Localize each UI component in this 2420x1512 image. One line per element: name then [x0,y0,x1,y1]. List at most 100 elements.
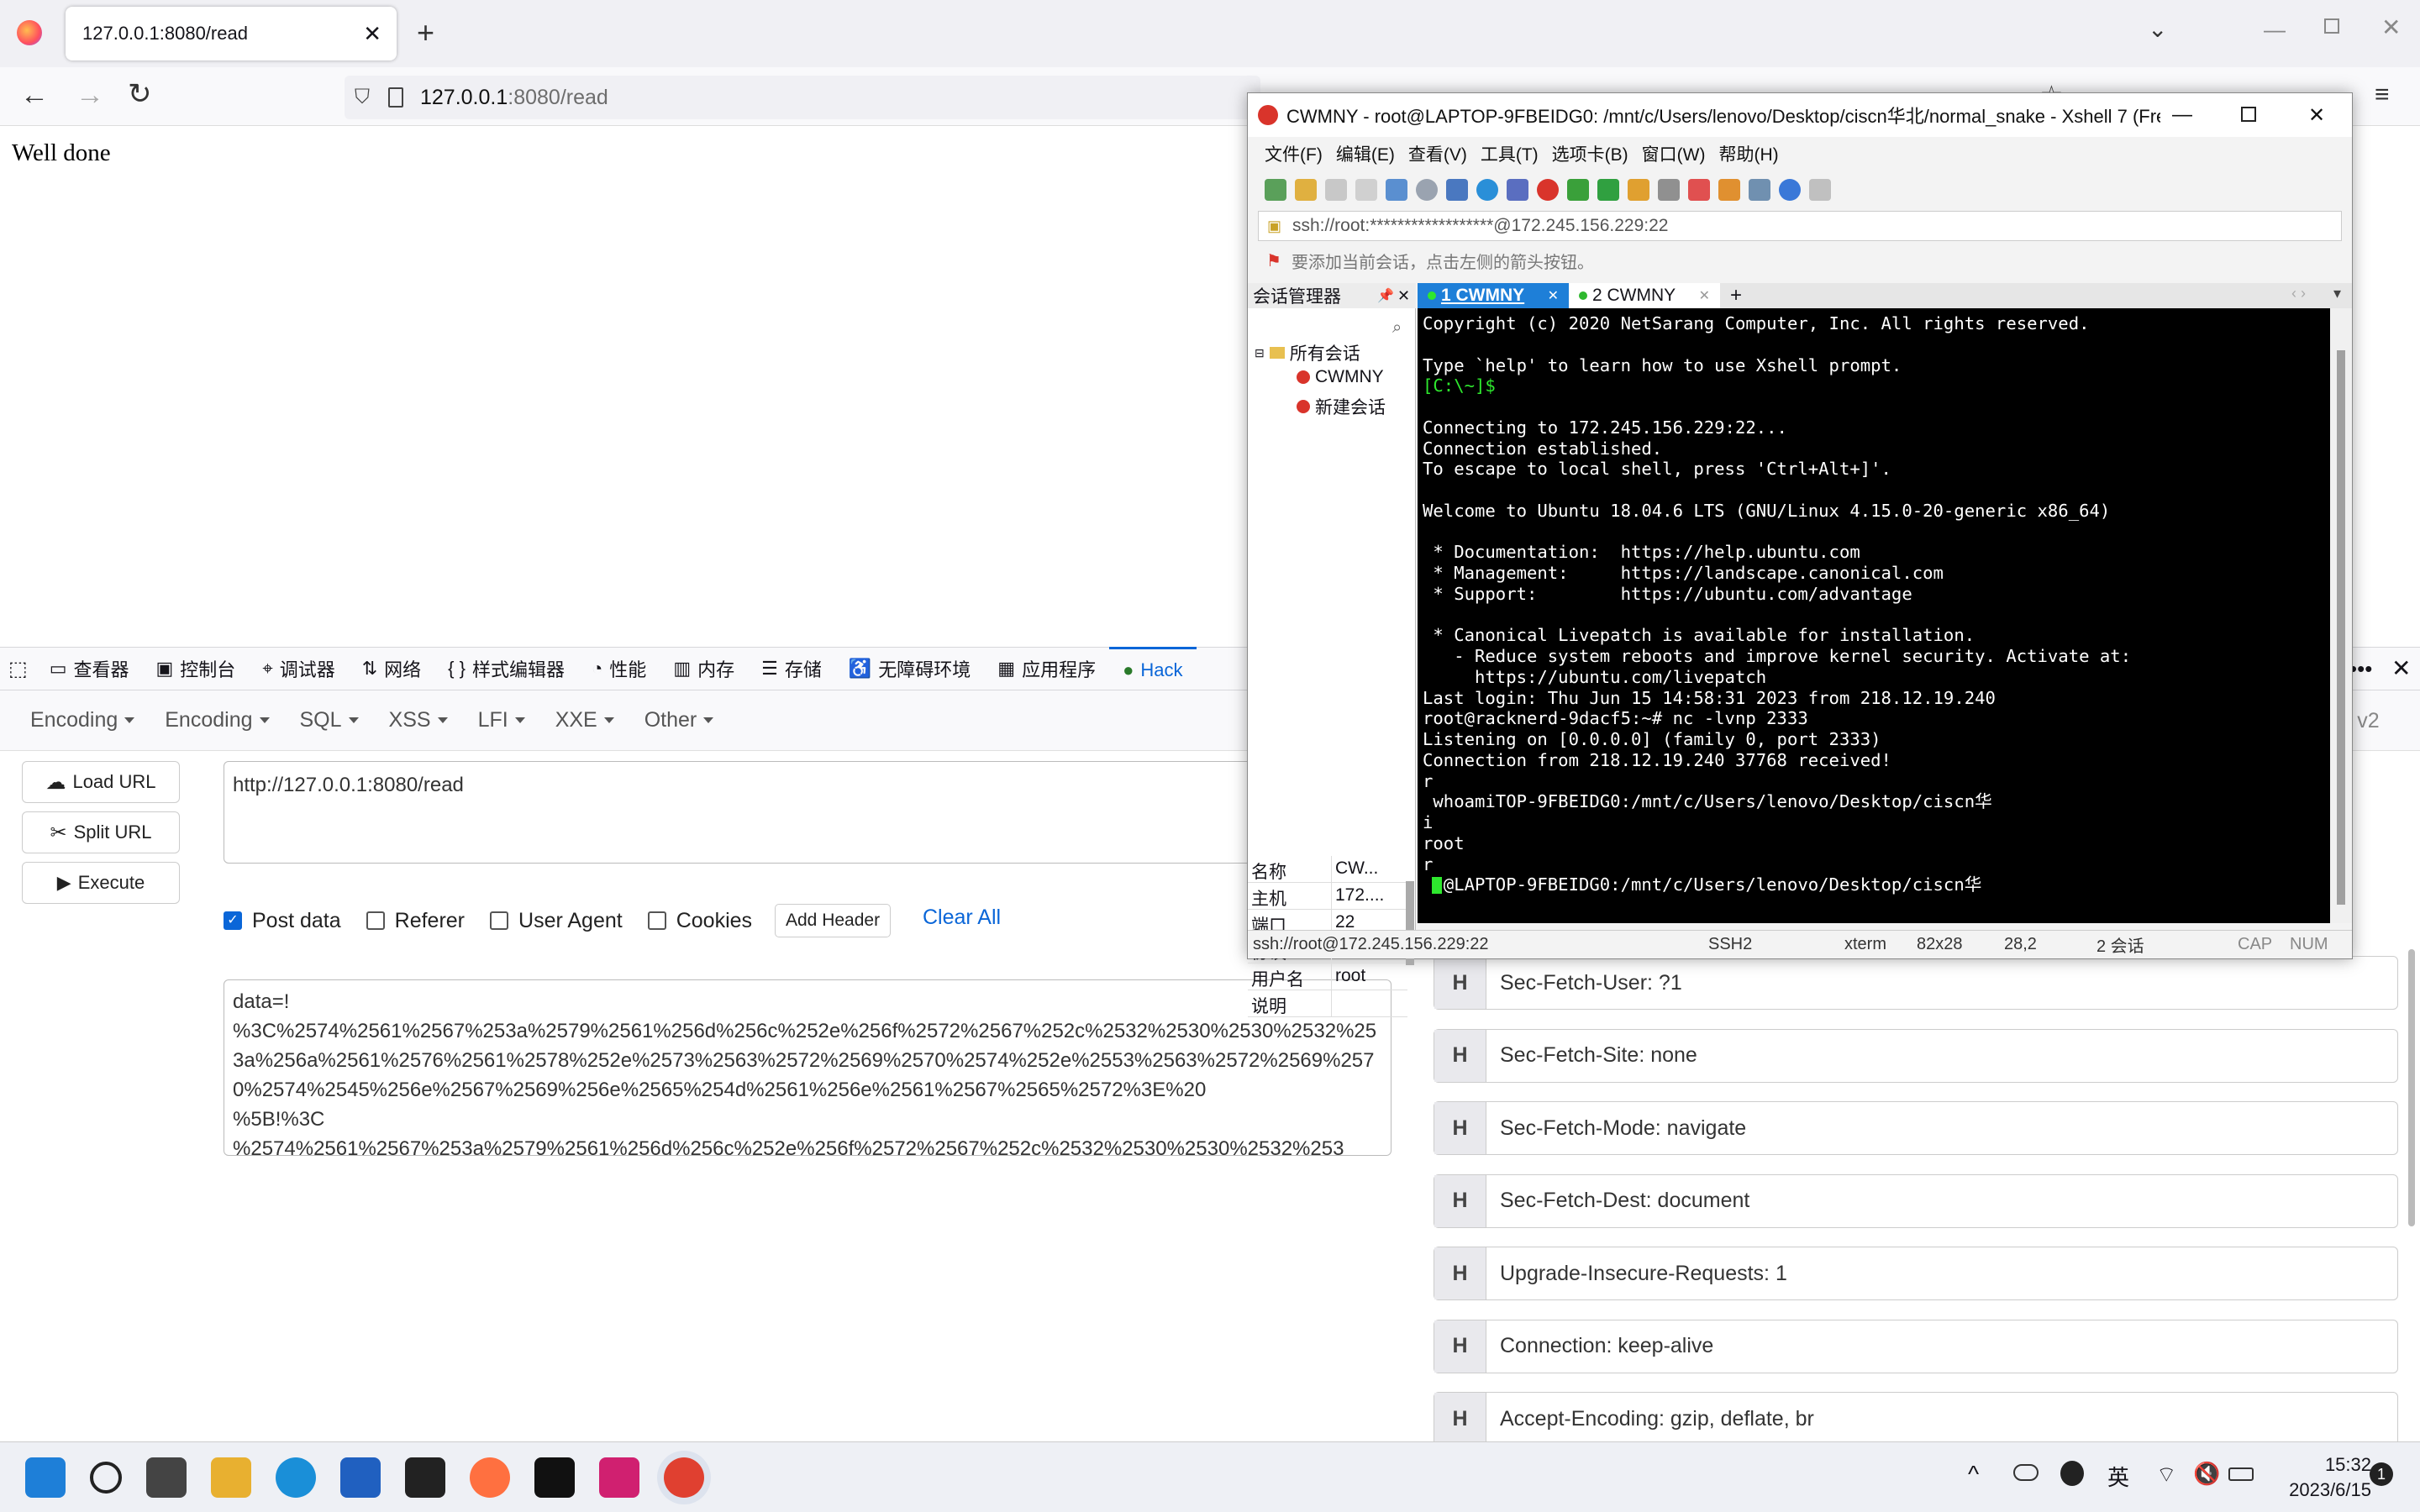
url-bar[interactable]: ⛉ 127.0.0.1:8080/read [345,76,1260,119]
header-row[interactable]: H Upgrade-Insecure-Requests: 1 [1434,1247,2398,1300]
devtools-tab-11[interactable]: ● Hack [1109,647,1197,690]
find-icon[interactable] [1416,179,1438,201]
reload-icon[interactable]: ↻ [128,77,152,111]
bookmark-arrow-icon[interactable]: ⚑ [1266,250,1281,271]
xshell-menu-item[interactable]: 帮助(H) [1718,141,1778,166]
devtools-tab-3[interactable]: ⌖ 调试器 [249,647,348,690]
fullscreen-icon[interactable] [1597,179,1619,201]
hackbar-menu-0[interactable]: Encoding [15,708,150,732]
lock-icon[interactable] [1628,179,1649,201]
devtools-tab-6[interactable]: ◔ 性能 [578,647,660,690]
xftp-icon[interactable] [1567,179,1589,201]
execute-button[interactable]: ▶ Execute [22,862,180,904]
battery-icon[interactable] [2228,1467,2254,1481]
close-tab-icon[interactable]: ✕ [363,21,381,47]
task-view-icon[interactable] [146,1457,187,1498]
xshell-maximize-icon[interactable] [2241,107,2256,122]
xshell-menu-item[interactable]: 编辑(E) [1336,141,1395,166]
devtools-tab-7[interactable]: ▥ 内存 [660,647,748,690]
checkbox-box[interactable] [647,911,666,930]
header-row[interactable]: H Connection: keep-alive [1434,1319,2398,1373]
edge-icon[interactable] [276,1457,316,1498]
split-url-button[interactable]: ✂ Split URL [22,811,180,853]
search-icon[interactable] [90,1462,122,1494]
checkbox-box[interactable] [490,911,509,930]
xshell-menu-item[interactable]: 查看(V) [1408,141,1467,166]
help-icon[interactable] [1779,179,1801,201]
start-icon[interactable] [25,1457,66,1498]
firefox-icon[interactable] [17,20,42,45]
store-icon[interactable] [340,1457,381,1498]
volume-muted-icon[interactable]: 🔇 [2193,1461,2220,1487]
header-row[interactable]: H Accept-Encoding: gzip, deflate, br [1434,1392,2398,1446]
status-sessions[interactable]: 2 会话 [2096,932,2144,957]
xshell-menu-item[interactable]: 工具(T) [1481,141,1539,166]
element-picker-icon[interactable]: ⬚ [0,647,36,690]
wifi-icon[interactable]: ⌔ [2156,1461,2176,1488]
shield-icon[interactable]: ⛉ [355,86,370,109]
xshell-tab-1[interactable]: 1 CWMNY ✕ [1418,283,1569,308]
header-toggle-button[interactable]: H [1434,1247,1486,1299]
xshell-tab-2[interactable]: 2 CWMNY ✕ [1569,283,1720,308]
open-folder-icon[interactable] [1295,179,1317,201]
layout-icon[interactable] [1446,179,1468,201]
tab-list-icon[interactable]: ⌄ [2148,15,2167,43]
ime-indicator[interactable]: 英 [2107,1461,2129,1492]
close-window-icon[interactable]: ✕ [2381,13,2401,41]
header-value[interactable]: Sec-Fetch-Dest: document [1486,1189,1749,1213]
clear-all-link[interactable]: Clear All [923,906,1001,930]
keyboard-icon[interactable] [1658,179,1680,201]
tab-close-icon[interactable]: ✕ [1548,287,1559,304]
xshell-icon[interactable] [664,1457,704,1498]
tab-nav-arrows-icon[interactable]: ‹ › [2291,285,2306,302]
new-session-icon[interactable] [1265,179,1286,201]
script-icon[interactable] [1688,179,1710,201]
devtools-tab-9[interactable]: ♿ 无障碍环境 [835,647,984,690]
file-explorer-icon[interactable] [211,1457,251,1498]
minimize-icon[interactable]: — [2264,17,2286,43]
header-toggle-button[interactable]: H [1434,1393,1486,1445]
tab-menu-icon[interactable]: ▾ [2333,285,2341,302]
hackbar-menu-1[interactable]: Encoding [150,708,284,732]
session-close-icon[interactable]: ✕ [1397,287,1410,305]
tray-chevron-icon[interactable]: ^ [1968,1461,1979,1488]
forward-icon[interactable]: → [76,79,104,112]
tree-new-session[interactable]: 新建会话 [1297,394,1386,419]
header-value[interactable]: Upgrade-Insecure-Requests: 1 [1486,1262,1787,1286]
qq-icon[interactable] [2060,1461,2084,1486]
hackbar-menu-5[interactable]: XXE [540,708,629,732]
collapse-icon[interactable]: ⊟ [1255,346,1265,360]
new-tab-icon[interactable]: + [417,15,434,50]
onedrive-icon[interactable] [2013,1464,2039,1481]
tree-all-sessions[interactable]: ⊟ 所有会话 [1255,340,1360,365]
header-toggle-button[interactable]: H [1434,957,1486,1009]
intellij-icon[interactable] [599,1457,639,1498]
xshell-address-bar[interactable]: ▣ ssh://root:******************@172.245.… [1258,211,2342,241]
tile-icon[interactable] [1749,179,1770,201]
tree-session-cwmny[interactable]: CWMNY [1297,367,1384,387]
header-value[interactable]: Connection: keep-alive [1486,1334,1713,1358]
header-toggle-button[interactable]: H [1434,1102,1486,1154]
tab-close-icon[interactable]: ✕ [1699,287,1710,304]
notification-badge[interactable]: 1 [2370,1462,2393,1486]
checkbox-user-agent[interactable]: User Agent [490,909,623,933]
header-value[interactable]: Sec-Fetch-User: ?1 [1486,971,1682,995]
globe-icon[interactable] [1476,179,1498,201]
devtools-tab-5[interactable]: { } 样式编辑器 [434,647,578,690]
header-toggle-button[interactable]: H [1434,1320,1486,1373]
more-icon[interactable]: ••• [2349,656,2372,682]
header-row[interactable]: H Sec-Fetch-User: ?1 [1434,956,2398,1010]
pin-icon[interactable]: 📌 [1377,287,1394,304]
terminal-icon[interactable] [405,1457,445,1498]
hackbar-scrollbar[interactable] [2408,949,2415,1226]
terminal-scrollbar[interactable] [2330,308,2352,923]
devtools-tab-4[interactable]: ⇅ 网络 [349,647,434,690]
header-row[interactable]: H Sec-Fetch-Mode: navigate [1434,1101,2398,1155]
xshell-menu-item[interactable]: 选项卡(B) [1552,141,1628,166]
firefox-icon[interactable] [470,1457,510,1498]
checkbox-box[interactable] [366,911,385,930]
clock[interactable]: 15:32 2023/6/15 [2279,1452,2371,1503]
properties-icon[interactable] [1386,179,1407,201]
checkbox-referer[interactable]: Referer [366,909,465,933]
devtools-tab-8[interactable]: ☰ 存储 [748,647,835,690]
